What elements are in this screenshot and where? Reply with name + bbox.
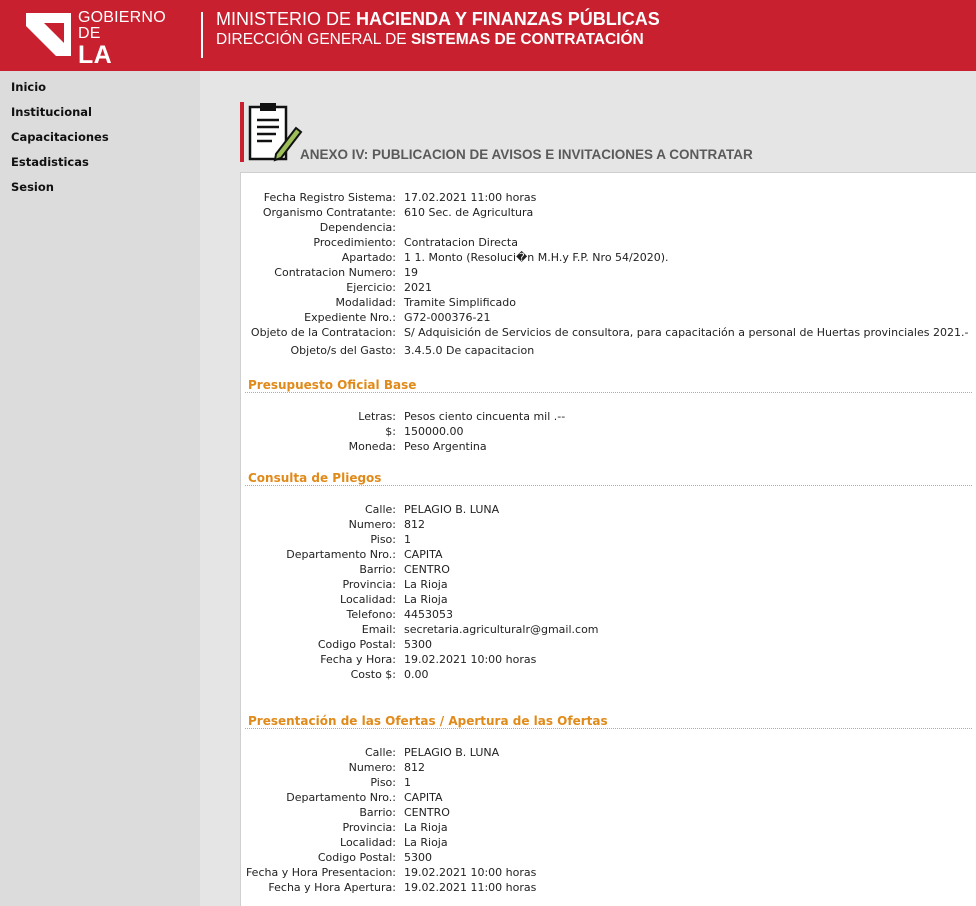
field-label: Departamento Nro.: <box>286 791 396 804</box>
field-value: CENTRO <box>404 806 450 819</box>
field-value: 5300 <box>404 851 432 864</box>
field-value: Contratacion Directa <box>404 236 518 249</box>
field-value: G72-000376-21 <box>404 311 491 324</box>
ministry-title-light: MINISTERIO DE <box>216 9 357 29</box>
field-value: 19 <box>404 266 418 279</box>
section-divider <box>245 392 972 393</box>
field-value: 5300 <box>404 638 432 651</box>
field-label: Fecha y Hora: <box>320 653 396 666</box>
field-value: 0.00 <box>404 668 429 681</box>
ministry-title: MINISTERIO DE HACIENDA Y FINANZAS PÚBLIC… <box>216 9 660 30</box>
direction-title: DIRECCIÓN GENERAL DE SISTEMAS DE CONTRAT… <box>216 30 660 49</box>
field-value: 812 <box>404 761 425 774</box>
field-label: Calle: <box>364 746 396 759</box>
sidebar-item-inicio[interactable]: Inicio <box>11 80 46 94</box>
field-value: Pesos ciento cincuenta mil .-- <box>404 410 566 423</box>
field-value: CAPITA <box>404 548 443 561</box>
field-label: Email: <box>361 623 396 636</box>
direction-title-bold: SISTEMAS DE CONTRATACIÓN <box>410 31 644 48</box>
section-title-ofertas: Presentación de las Ofertas / Apertura d… <box>248 714 608 728</box>
field-label: Barrio: <box>359 806 396 819</box>
field-value: La Rioja <box>404 836 448 849</box>
field-label: Barrio: <box>359 563 396 576</box>
document-pencil-icon <box>248 103 303 162</box>
field-value: Tramite Simplificado <box>404 296 516 309</box>
field-label: Provincia: <box>342 578 396 591</box>
field-label: Fecha y Hora Apertura: <box>268 881 396 894</box>
field-value: 4453053 <box>404 608 453 621</box>
field-value: 17.02.2021 11:00 horas <box>404 191 537 204</box>
sidebar: Inicio Institucional Capacitaciones Esta… <box>0 71 200 906</box>
field-value: 2021 <box>404 281 432 294</box>
field-label: Departamento Nro.: <box>286 548 396 561</box>
field-label: Codigo Postal: <box>317 851 396 864</box>
field-label: Objeto/s del Gasto: <box>290 344 397 357</box>
field-value: 3.4.5.0 De capacitacion <box>404 344 535 357</box>
field-label: Organismo Contratante: <box>262 206 396 219</box>
field-value: PELAGIO B. LUNA <box>404 503 500 516</box>
page-title: ANEXO IV: PUBLICACION DE AVISOS E INVITA… <box>300 147 753 162</box>
field-label: Fecha y Hora Presentacion: <box>245 866 396 879</box>
field-label: Expediente Nro.: <box>304 311 396 324</box>
header-titles: MINISTERIO DE HACIENDA Y FINANZAS PÚBLIC… <box>216 9 660 49</box>
header-banner: GOBIERNO DE LA RIOJA MINISTERIO DE HACIE… <box>0 0 976 94</box>
logo-line1: GOBIERNO DE <box>78 9 166 42</box>
title-accent-bar <box>240 102 244 162</box>
section-divider <box>245 728 972 729</box>
field-label: Moneda: <box>348 440 396 453</box>
sidebar-item-capacitaciones[interactable]: Capacitaciones <box>11 130 109 144</box>
field-label: Telefono: <box>346 608 396 621</box>
la-rioja-logo-icon <box>26 13 71 56</box>
field-value: 19.02.2021 11:00 horas <box>404 881 537 894</box>
field-value: 610 Sec. de Agricultura <box>404 206 534 219</box>
field-label: Localidad: <box>340 593 396 606</box>
field-label: Piso: <box>370 776 396 789</box>
field-label: Numero: <box>348 518 396 531</box>
field-label: Objeto de la Contratacion: <box>250 326 396 339</box>
field-label: Costo $: <box>350 668 396 681</box>
section-title-pliegos: Consulta de Pliegos <box>248 471 382 485</box>
field-label: Contratacion Numero: <box>274 266 396 279</box>
field-value: 150000.00 <box>404 425 464 438</box>
field-label: Procedimiento: <box>313 236 396 249</box>
field-value: La Rioja <box>404 821 448 834</box>
field-label: Fecha Registro Sistema: <box>263 191 396 204</box>
section-divider <box>245 485 972 486</box>
field-value: 1 1. Monto (Resoluci�n M.H.y F.P. Nro 54… <box>404 251 669 264</box>
field-value: La Rioja <box>404 578 448 591</box>
field-value: Peso Argentina <box>404 440 487 453</box>
field-label: Letras: <box>358 410 396 423</box>
field-value: 19.02.2021 10:00 horas <box>404 653 537 666</box>
field-label: Modalidad: <box>335 296 396 309</box>
field-value: 1 <box>404 776 411 789</box>
field-label: Codigo Postal: <box>317 638 396 651</box>
sidebar-item-institucional[interactable]: Institucional <box>11 105 92 119</box>
direction-title-light: DIRECCIÓN GENERAL DE <box>216 31 411 48</box>
sidebar-item-sesion[interactable]: Sesion <box>11 180 54 194</box>
field-label: Numero: <box>348 761 396 774</box>
field-value: 19.02.2021 10:00 horas <box>404 866 537 879</box>
field-value: 812 <box>404 518 425 531</box>
field-label: Calle: <box>364 503 396 516</box>
field-label: Apartado: <box>341 251 396 264</box>
field-label: Provincia: <box>342 821 396 834</box>
sidebar-item-estadisticas[interactable]: Estadisticas <box>11 155 89 169</box>
field-value: CAPITA <box>404 791 443 804</box>
field-value: La Rioja <box>404 593 448 606</box>
field-label: Localidad: <box>340 836 396 849</box>
field-value: CENTRO <box>404 563 450 576</box>
field-label: $: <box>385 425 396 438</box>
field-value: secretaria.agriculturalr@gmail.com <box>404 623 599 636</box>
field-label: Dependencia: <box>319 221 396 234</box>
field-value: PELAGIO B. LUNA <box>404 746 500 759</box>
field-label: Ejercicio: <box>346 281 396 294</box>
field-label: Piso: <box>370 533 396 546</box>
section-title-presupuesto: Presupuesto Oficial Base <box>248 378 417 392</box>
ministry-title-bold: HACIENDA Y FINANZAS PÚBLICAS <box>356 9 660 29</box>
field-value: 1 <box>404 533 411 546</box>
field-value: S/ Adquisición de Servicios de consultor… <box>404 326 969 339</box>
header-separator <box>201 12 203 58</box>
